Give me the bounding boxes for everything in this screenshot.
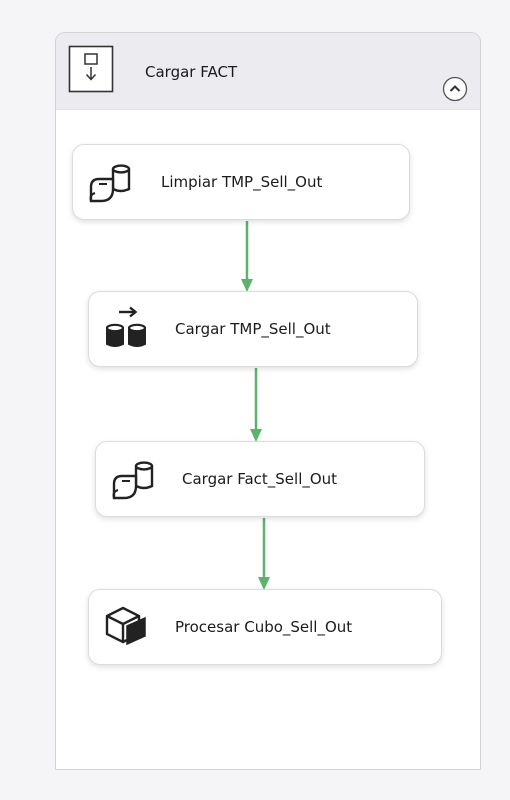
- task-limpiar-tmp-sell-out[interactable]: Limpiar TMP_Sell_Out: [72, 144, 410, 220]
- collapse-button[interactable]: [442, 76, 468, 102]
- task-label: Procesar Cubo_Sell_Out: [175, 618, 353, 636]
- sequence-container-icon: [68, 45, 114, 93]
- container-title: Cargar FACT: [145, 63, 238, 81]
- task-cargar-fact-sell-out[interactable]: Cargar Fact_Sell_Out: [95, 441, 425, 517]
- task-label: Cargar TMP_Sell_Out: [175, 320, 331, 338]
- execute-sql-task-icon: [85, 159, 135, 203]
- execute-sql-task-icon: [108, 456, 158, 500]
- task-label: Cargar Fact_Sell_Out: [182, 470, 338, 488]
- task-procesar-cubo-sell-out[interactable]: Procesar Cubo_Sell_Out: [88, 589, 442, 665]
- container-header[interactable]: Cargar FACT: [56, 33, 480, 110]
- data-flow-task-icon: [101, 306, 151, 350]
- task-label: Limpiar TMP_Sell_Out: [161, 173, 323, 191]
- chevron-up-icon: [442, 76, 468, 102]
- analysis-services-task-icon: [101, 604, 151, 648]
- task-cargar-tmp-sell-out[interactable]: Cargar TMP_Sell_Out: [88, 291, 418, 367]
